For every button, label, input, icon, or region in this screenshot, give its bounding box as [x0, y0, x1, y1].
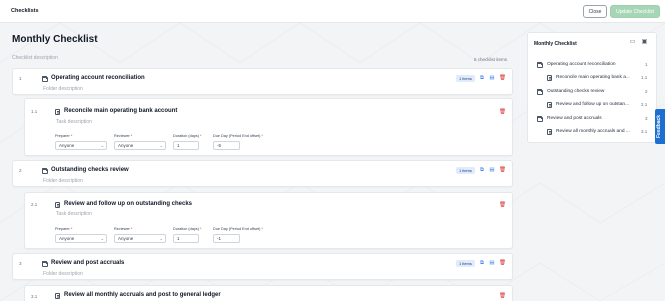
- copy-icon[interactable]: ⧉: [479, 75, 485, 81]
- outline-item-number: 2.1: [641, 102, 648, 107]
- task-icon: [547, 75, 552, 81]
- task-description[interactable]: Task description: [56, 119, 92, 125]
- task-icon: [547, 102, 552, 108]
- task-card: 3.1 Review all monthly accruals and post…: [24, 285, 513, 301]
- trash-icon[interactable]: 🗑: [499, 293, 506, 299]
- item-count-badge: 1 items: [456, 75, 475, 82]
- checklist-description-input[interactable]: Checklist description: [12, 55, 58, 61]
- folder-title[interactable]: Review and post accruals: [51, 260, 124, 266]
- preparer-label: Preparer *: [55, 134, 73, 138]
- chevron-down-icon: ⌄: [159, 143, 163, 148]
- folder-description[interactable]: Folder description: [43, 178, 83, 184]
- reviewer-select[interactable]: Anyone ⌄: [114, 234, 166, 243]
- duplicate-icon[interactable]: ▤: [489, 75, 495, 81]
- duplicate-icon[interactable]: ▤: [489, 260, 495, 266]
- duration-input[interactable]: 1: [173, 141, 199, 150]
- task-add-icon[interactable]: ▣: [641, 39, 648, 46]
- due-day-label: Due Day (Period End offset) *: [213, 134, 263, 138]
- task-icon: [55, 202, 60, 208]
- outline-item-number: 3.1: [641, 129, 648, 134]
- outline-item-number: 2: [645, 89, 648, 94]
- trash-icon[interactable]: 🗑: [499, 75, 506, 81]
- task-title[interactable]: Review and follow up on outstanding chec…: [64, 201, 192, 207]
- task-icon: [547, 129, 552, 135]
- folder-add-icon[interactable]: ▭: [629, 39, 636, 46]
- preparer-label: Preparer *: [55, 227, 73, 231]
- folder-icon: [537, 89, 543, 95]
- outline-item-number: 1: [645, 62, 648, 67]
- task-card: 1.1 Reconcile main operating bank accoun…: [24, 98, 513, 156]
- outline-item-number: 1.1: [641, 75, 648, 80]
- duration-label: Duration (days) *: [173, 227, 202, 231]
- copy-icon[interactable]: ⧉: [479, 260, 485, 266]
- task-title[interactable]: Review all monthly accruals and post to …: [64, 292, 221, 298]
- feedback-label: Feedback: [656, 114, 662, 138]
- folder-card: 1 Operating account reconciliation Folde…: [12, 68, 513, 95]
- outline-item-number: 3: [645, 116, 648, 121]
- top-bar: Checklists Close Update Checklist: [0, 0, 665, 23]
- task-description[interactable]: Task description: [56, 211, 92, 217]
- folder-icon: [42, 261, 48, 267]
- folder-icon: [537, 116, 543, 122]
- task-icon: [55, 109, 60, 115]
- folder-icon: [537, 62, 543, 68]
- feedback-tab[interactable]: Feedback: [655, 109, 665, 144]
- trash-icon[interactable]: 🗑: [499, 260, 506, 266]
- task-card: 2.1 Review and follow up on outstanding …: [24, 192, 513, 249]
- folder-number: 3: [19, 261, 22, 266]
- folder-title[interactable]: Operating account reconciliation: [51, 75, 145, 81]
- task-number: 1.1: [31, 109, 38, 114]
- trash-icon[interactable]: 🗑: [499, 167, 506, 173]
- folder-card: 2 Outstanding checks review Folder descr…: [12, 160, 513, 187]
- due-day-input[interactable]: -5: [213, 141, 240, 150]
- page-header-title: Checklists: [11, 8, 39, 14]
- trash-icon[interactable]: 🗑: [499, 202, 506, 208]
- checklist-item-count: 6 checklist items: [474, 57, 508, 62]
- folder-icon: [42, 76, 48, 82]
- task-icon: [55, 293, 60, 299]
- duration-input[interactable]: 1: [173, 234, 199, 243]
- due-day-input[interactable]: -1: [213, 234, 240, 243]
- folder-icon: [42, 168, 48, 174]
- close-button[interactable]: Close: [583, 5, 607, 18]
- folder-number: 2: [19, 168, 22, 173]
- duration-label: Duration (days) *: [173, 134, 202, 138]
- outline-task-item[interactable]: Review all monthly accruals and ...: [556, 129, 630, 134]
- folder-card: 3 Review and post accruals Folder descri…: [12, 253, 513, 280]
- outline-task-item[interactable]: Reconcile main operating bank a...: [556, 75, 630, 80]
- copy-icon[interactable]: ⧉: [479, 167, 485, 173]
- duplicate-icon[interactable]: ▤: [489, 167, 495, 173]
- outline-folder-item[interactable]: Outstanding checks review: [547, 89, 604, 94]
- chevron-down-icon: ⌄: [100, 143, 104, 148]
- update-checklist-button[interactable]: Update Checklist: [610, 5, 660, 18]
- preparer-select[interactable]: Anyone ⌄: [55, 234, 107, 243]
- trash-icon[interactable]: 🗑: [499, 109, 506, 115]
- outline-folder-item[interactable]: Operating account reconciliation: [547, 62, 616, 67]
- task-number: 3.1: [31, 294, 38, 299]
- due-day-label: Due Day (Period End offset) *: [213, 227, 263, 231]
- outline-title: Monthly Checklist: [534, 41, 577, 47]
- folder-description[interactable]: Folder description: [43, 271, 83, 277]
- page-title: Monthly Checklist: [12, 34, 98, 45]
- chevron-down-icon: ⌄: [159, 236, 163, 241]
- task-number: 2.1: [31, 202, 38, 207]
- outline-task-item[interactable]: Review and follow up on outstan...: [556, 102, 629, 107]
- item-count-badge: 1 items: [456, 260, 475, 267]
- preparer-select[interactable]: Anyone ⌄: [55, 141, 107, 150]
- folder-title[interactable]: Outstanding checks review: [51, 167, 129, 173]
- outline-folder-item[interactable]: Review and post accruals: [547, 116, 602, 121]
- chevron-down-icon: ⌄: [100, 236, 104, 241]
- reviewer-label: Reviewer *: [114, 227, 133, 231]
- checklist-outline-panel: Monthly Checklist ▭ ▣ Operating account …: [527, 32, 657, 143]
- folder-description[interactable]: Folder description: [43, 86, 83, 92]
- reviewer-select[interactable]: Anyone ⌄: [114, 141, 166, 150]
- reviewer-label: Reviewer *: [114, 134, 133, 138]
- folder-number: 1: [19, 76, 22, 81]
- task-title[interactable]: Reconcile main operating bank account: [64, 108, 177, 114]
- item-count-badge: 1 items: [456, 167, 475, 174]
